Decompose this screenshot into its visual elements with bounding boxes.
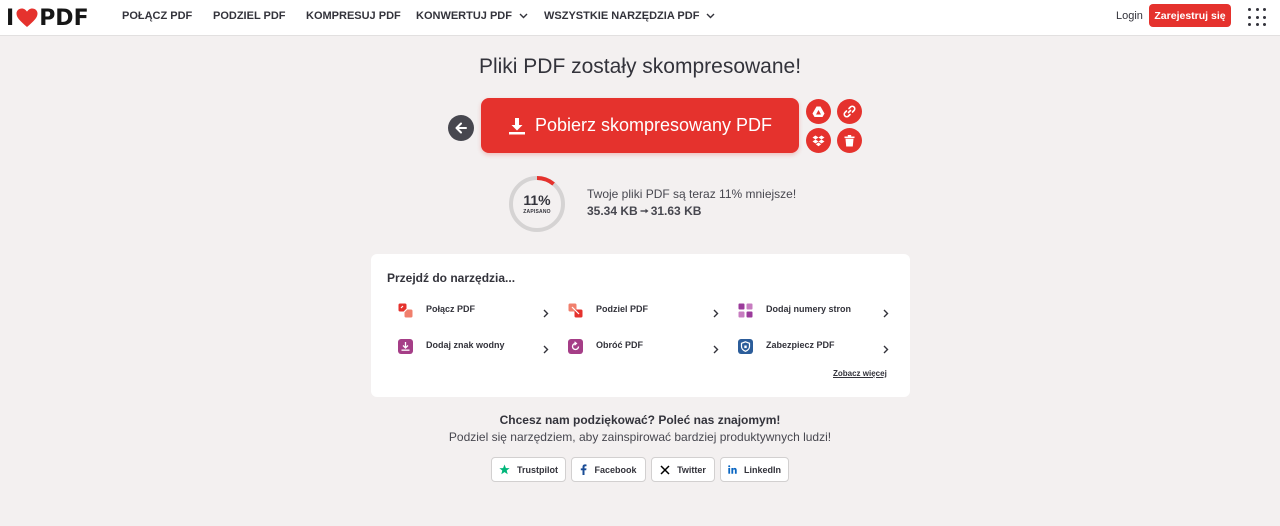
social-label: Trustpilot: [517, 464, 558, 475]
tool-page-numbers[interactable]: Dodaj numery stron: [738, 300, 898, 320]
nav-label: WSZYSTKIE NARZĘDZIA PDF: [544, 10, 700, 22]
nav-convert-pdf[interactable]: KONWERTUJ PDF: [416, 10, 528, 22]
nav-merge-pdf[interactable]: POŁĄCZ PDF: [122, 10, 192, 22]
size-after: 31.63 KB: [650, 204, 702, 218]
register-button[interactable]: Zarejestruj się: [1149, 4, 1231, 27]
nav-compress-pdf[interactable]: KOMPRESUJ PDF: [306, 10, 401, 22]
savings-label: ZAPISANO: [523, 209, 551, 215]
nav-split-pdf[interactable]: PODZIEL PDF: [213, 10, 286, 22]
chevron-right-icon: [713, 341, 719, 359]
linkedin-icon: [728, 465, 737, 474]
rotate-icon: [568, 338, 583, 354]
result-message: Twoje pliki PDF są teraz 11% mniejsze!: [587, 187, 797, 201]
logo-pdf: PDF: [39, 5, 89, 31]
arrow-right-icon: [640, 208, 649, 214]
logo-i: I: [6, 5, 15, 31]
tool-label: Połącz PDF: [426, 304, 476, 314]
see-more-link[interactable]: Zobacz więcej: [833, 369, 887, 378]
tool-label: Dodaj znak wodny: [426, 340, 505, 350]
protect-icon: [738, 338, 753, 354]
apps-grid-icon[interactable]: [1248, 8, 1266, 26]
continue-tools-card: Przejdź do narzędzia... Połącz PDF Podzi…: [371, 254, 910, 397]
nav-all-tools[interactable]: WSZYSTKIE NARZĘDZIA PDF: [544, 10, 715, 22]
merge-icon: [398, 303, 413, 318]
chevron-down-icon: [519, 13, 528, 19]
size-before: 35.34 KB: [587, 204, 638, 218]
watermark-icon: [398, 338, 413, 354]
page-numbers-icon: [738, 303, 753, 318]
ilovepdf-logo[interactable]: I PDF: [6, 5, 89, 31]
linkedin-button[interactable]: LinkedIn: [720, 457, 789, 482]
chevron-right-icon: [883, 305, 889, 323]
tool-split-pdf[interactable]: Podziel PDF: [568, 300, 728, 320]
tool-label: Dodaj numery stron: [766, 304, 852, 314]
share-heading: Chcesz nam podziękować? Poleć nas znajom…: [499, 413, 781, 427]
twitter-button[interactable]: Twitter: [651, 457, 715, 482]
link-icon: [843, 105, 856, 118]
heart-icon: [16, 8, 38, 27]
social-label: Twitter: [677, 464, 706, 475]
top-navbar: I PDF POŁĄCZ PDF PODZIEL PDF KOMPRESUJ P…: [0, 0, 1280, 36]
savings-percent: 11%: [523, 192, 551, 208]
tool-merge-pdf[interactable]: Połącz PDF: [398, 300, 558, 320]
social-label: Facebook: [594, 464, 637, 475]
trustpilot-star-icon: [499, 464, 510, 475]
trustpilot-button[interactable]: Trustpilot: [491, 457, 566, 482]
dropbox-icon: [812, 135, 825, 146]
trash-icon: [844, 134, 855, 146]
chevron-right-icon: [543, 305, 549, 323]
share-subtitle: Podziel się narzędziem, aby zainspirować…: [448, 430, 832, 444]
login-link[interactable]: Login: [1116, 10, 1143, 22]
facebook-button[interactable]: Facebook: [571, 457, 646, 482]
delete-button[interactable]: [837, 128, 862, 153]
nav-label: KOMPRESUJ PDF: [306, 10, 401, 22]
chevron-right-icon: [883, 341, 889, 359]
google-drive-button[interactable]: [806, 99, 831, 124]
page-title: Pliki PDF zostały skompresowane!: [478, 55, 802, 78]
chevron-down-icon: [706, 13, 715, 19]
tool-add-watermark[interactable]: Dodaj znak wodny: [398, 336, 558, 356]
dropbox-button[interactable]: [806, 128, 831, 153]
tool-rotate-pdf[interactable]: Obróć PDF: [568, 336, 728, 356]
social-label: LinkedIn: [743, 464, 781, 475]
tool-label: Podziel PDF: [596, 304, 649, 314]
tool-label: Zabezpiecz PDF: [766, 340, 835, 350]
file-size-change: 35.34 KB 31.63 KB: [587, 204, 701, 218]
download-compressed-button[interactable]: Pobierz skompresowany PDF: [481, 98, 799, 153]
facebook-icon: [580, 464, 587, 475]
download-icon: [508, 117, 525, 134]
chevron-right-icon: [713, 305, 719, 323]
nav-label: PODZIEL PDF: [213, 10, 286, 22]
chevron-right-icon: [543, 341, 549, 359]
copy-link-button[interactable]: [837, 99, 862, 124]
download-label: Pobierz skompresowany PDF: [534, 115, 773, 135]
nav-label: POŁĄCZ PDF: [122, 10, 193, 22]
tool-label: Obróć PDF: [596, 340, 644, 350]
card-heading: Przejdź do narzędzia...: [387, 271, 516, 285]
x-icon: [660, 464, 670, 475]
back-button[interactable]: [448, 115, 474, 141]
tool-protect-pdf[interactable]: Zabezpiecz PDF: [738, 336, 898, 356]
arrow-left-icon: [455, 122, 467, 134]
nav-label: KONWERTUJ PDF: [416, 10, 512, 22]
split-icon: [568, 303, 583, 318]
google-drive-icon: [812, 106, 825, 117]
